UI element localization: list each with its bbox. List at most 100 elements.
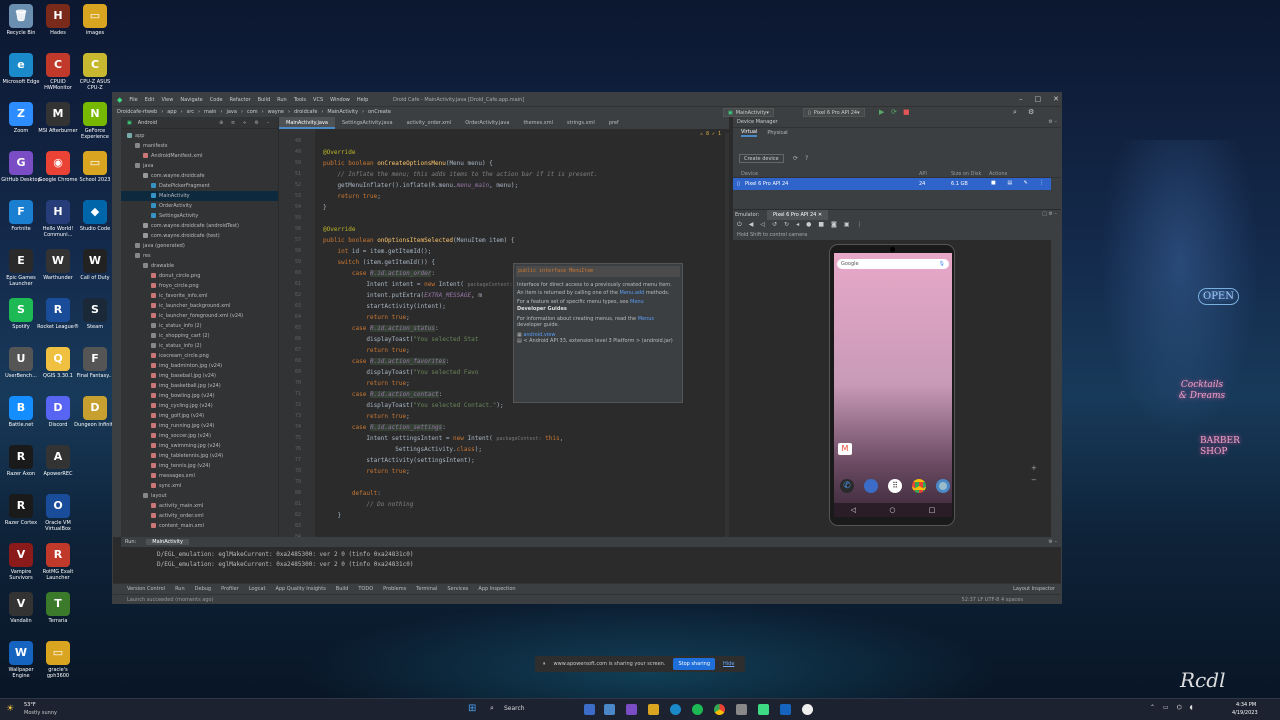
chrome-app-icon[interactable] <box>912 479 926 493</box>
project-tree-item[interactable]: ic_launcher_background.xml <box>121 301 278 311</box>
toolwindow-debug[interactable]: Debug <box>195 586 211 592</box>
zoom-taskbar-icon[interactable] <box>604 704 615 715</box>
rotate-right-icon[interactable]: ↻ <box>784 221 789 228</box>
toolwindow-profiler[interactable]: Profiler <box>221 586 239 592</box>
clock-time[interactable]: 4:34 PM <box>1236 702 1256 708</box>
project-tree-item[interactable]: img_baseball.jpg (v24) <box>121 371 278 381</box>
menu-run[interactable]: Run <box>277 97 287 103</box>
desktop-icon[interactable]: C CPUID HWMonitor <box>37 53 79 91</box>
volume-down-icon[interactable]: ◁ <box>760 221 765 228</box>
desktop-icon[interactable]: W Call of Duty <box>74 249 116 281</box>
taskbar-search-icon[interactable]: ⌕ <box>490 704 494 713</box>
phone-app-icon[interactable]: ✆ <box>840 479 854 493</box>
camera-app-icon[interactable] <box>936 479 950 493</box>
project-tree-item[interactable]: icecream_circle.png <box>121 351 278 361</box>
desktop-icon[interactable]: S Steam <box>74 298 116 330</box>
project-tree-item[interactable]: MainActivity <box>121 191 278 201</box>
extended-controls-icon[interactable]: ⋮ <box>857 221 863 228</box>
desktop-icon[interactable]: U UserBench... <box>0 347 42 379</box>
debug-icon[interactable]: ⟳ <box>891 108 897 116</box>
desktop-icon[interactable]: G GitHub Desktop <box>0 151 42 183</box>
editor-tab[interactable]: activity_order.xml <box>400 117 459 129</box>
project-tree-item[interactable]: content_main.xml <box>121 521 278 531</box>
editor-tab[interactable]: SettingsActivity.java <box>335 117 400 129</box>
phone-screen[interactable]: Google 🎙 M ✆ ⠿ ◁ ○ □ <box>834 253 952 517</box>
project-tree-item[interactable]: res <box>121 251 278 261</box>
breadcrumb-item[interactable]: java <box>226 109 236 115</box>
project-tree-item[interactable]: img_tennis.jpg (v24) <box>121 461 278 471</box>
breadcrumb-item[interactable]: main <box>204 109 217 115</box>
app-taskbar-icon[interactable] <box>736 704 747 715</box>
zoom-out-icon[interactable]: − <box>1031 476 1037 484</box>
run-config-select[interactable]: ▣ MainActivity ▾ <box>723 108 774 117</box>
desktop-icon[interactable]: R RotMG Exalt Launcher <box>37 543 79 581</box>
project-tree-item[interactable]: img_running.jpg (v24) <box>121 421 278 431</box>
run-options-icon[interactable]: ⚙ – <box>1048 539 1057 545</box>
project-tree-item[interactable]: img_badminton.jpg (v24) <box>121 361 278 371</box>
desktop-icon[interactable]: D Dungeon Infinite <box>74 396 116 428</box>
breadcrumb-item[interactable]: droidcafe <box>294 109 317 115</box>
device-row[interactable]: ▯ Pixel 6 Pro API 24 24 6.1 GB ■ ▤ ✎ ⋮ <box>733 178 1051 190</box>
toolwindow-run[interactable]: Run <box>175 586 185 592</box>
toolwindow-app-quality-insights[interactable]: App Quality Insights <box>275 586 325 592</box>
zoom-in-icon[interactable]: + <box>1031 464 1037 472</box>
desktop-icon[interactable]: W Wallpaper Engine <box>0 641 42 679</box>
desktop-icon[interactable]: O Oracle VM VirtualBox <box>37 494 79 532</box>
desktop-icon[interactable]: N GeForce Experience <box>74 102 116 140</box>
menu-refactor[interactable]: Refactor <box>230 97 251 103</box>
spotify-taskbar-icon[interactable] <box>692 704 703 715</box>
project-tree-item[interactable]: manifests <box>121 141 278 151</box>
outlook-taskbar-icon[interactable] <box>780 704 791 715</box>
desktop-icon[interactable]: ▭ gracie's gph3600 <box>37 641 79 679</box>
project-tree-item[interactable]: img_cycling.jpg (v24) <box>121 401 278 411</box>
power-icon[interactable]: ⏻ <box>737 221 742 229</box>
breadcrumb-item[interactable]: Droidcafe-rtweb <box>117 109 157 115</box>
hide-button[interactable]: Hide <box>723 661 734 667</box>
breadcrumb-item[interactable]: wayne <box>268 109 284 115</box>
desktop-icon[interactable]: V Vandalin <box>0 592 42 624</box>
weather-temp[interactable]: 53°F <box>24 702 36 708</box>
desktop-icon[interactable]: e Microsoft Edge <box>0 53 42 85</box>
phone-home-icon[interactable]: ○ <box>889 506 895 514</box>
menu-vcs[interactable]: VCS <box>313 97 323 103</box>
project-tree-item[interactable]: img_swimming.jpg (v24) <box>121 441 278 451</box>
desktop-icon[interactable]: W Warthunder <box>37 249 79 281</box>
snapshot-icon[interactable]: ▣ <box>844 221 850 228</box>
desktop-icon[interactable]: H Hello World! Communi... <box>37 200 79 238</box>
explorer-taskbar-icon[interactable] <box>648 704 659 715</box>
layout-inspector-button[interactable]: Layout Inspector <box>1013 586 1055 592</box>
breadcrumb-item[interactable]: app <box>167 109 176 115</box>
desktop-icon[interactable]: 🗑 Recycle Bin <box>0 4 42 36</box>
google-search-bar[interactable]: Google 🎙 <box>837 259 949 269</box>
project-tree-item[interactable]: img_tabletennis.jpg (v24) <box>121 451 278 461</box>
project-toolbar-icons[interactable]: ⊕ ≡ ÷ ⚙ – <box>219 120 272 126</box>
settings-gear-icon[interactable]: ⚙ <box>1028 108 1034 116</box>
project-tree-item[interactable]: app <box>121 131 278 141</box>
problems-indicator[interactable]: ⚠ 8 ✓ 1 <box>700 131 721 137</box>
toolwindow-logcat[interactable]: Logcat <box>249 586 266 592</box>
desktop-icon[interactable]: C CPU-Z ASUS CPU-Z <box>74 53 116 91</box>
project-tree-item[interactable]: ic_status_info (2) <box>121 321 278 331</box>
menu-navigate[interactable]: Navigate <box>180 97 202 103</box>
maximize-icon[interactable]: □ <box>1035 95 1042 103</box>
screenshot-icon[interactable]: ◙ <box>831 221 837 228</box>
menu-tools[interactable]: Tools <box>294 97 306 103</box>
menu-add-link[interactable]: Menu.add <box>620 290 645 296</box>
project-tree-item[interactable]: com.wayne.droidcafe (test) <box>121 231 278 241</box>
system-tray-icons[interactable]: ⌃ ▭ ⌬ ◖ <box>1150 704 1196 711</box>
project-tree-item[interactable]: com.wayne.droidcafe (androidTest) <box>121 221 278 231</box>
editor-tab[interactable]: pref <box>602 117 626 129</box>
project-tree-item[interactable]: java (generated) <box>121 241 278 251</box>
stop-icon[interactable]: ■ <box>903 108 910 116</box>
menu-window[interactable]: Window <box>330 97 350 103</box>
desktop-icon[interactable]: R Razer Cortex <box>0 494 42 526</box>
project-tree-item[interactable]: img_golf.jpg (v24) <box>121 411 278 421</box>
desktop-icon[interactable]: B Battle.net <box>0 396 42 428</box>
desktop-icon[interactable]: R Razer Axon <box>0 445 42 477</box>
edge-taskbar-icon[interactable] <box>670 704 681 715</box>
android-studio-taskbar-icon[interactable] <box>758 704 769 715</box>
panel-options-icon[interactable]: ⚙ – <box>1048 119 1057 125</box>
toolwindow-version-control[interactable]: Version Control <box>127 586 165 592</box>
desktop-icon[interactable]: S Spotify <box>0 298 42 330</box>
device-actions[interactable]: ■ ▤ ✎ ⋮ <box>991 180 1049 186</box>
